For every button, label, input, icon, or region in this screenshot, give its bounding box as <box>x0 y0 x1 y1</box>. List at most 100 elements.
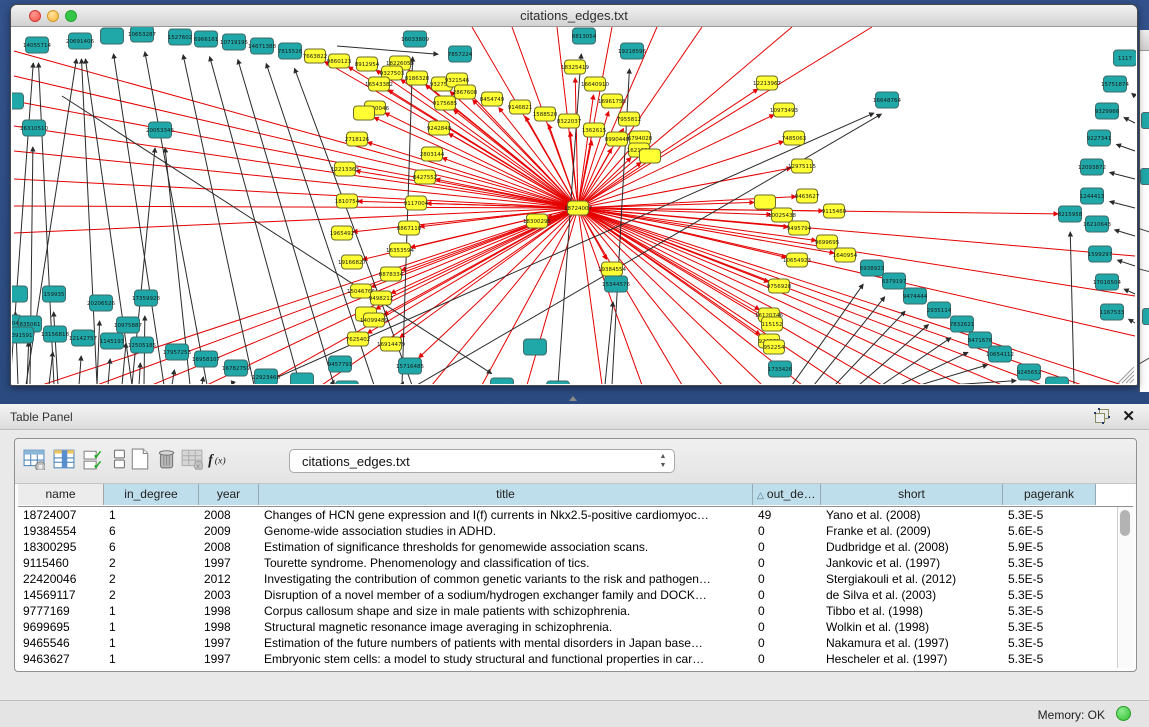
window-titlebar[interactable]: citations_edges.txt <box>11 5 1137 27</box>
graph-node-label: 12142757 <box>69 336 97 342</box>
graph-edge <box>54 312 58 384</box>
column-header-out_de[interactable]: △out_de… <box>753 484 821 505</box>
graph-node[interactable] <box>524 339 547 355</box>
table-row[interactable]: 946554611997Estimation of the future num… <box>18 635 1096 651</box>
app-screen: citations_edges.txt 14055714206914061065… <box>0 0 1149 727</box>
table-row[interactable]: 1872400712008Changes of HCN gene express… <box>18 507 1096 523</box>
graph-node-label: 13156818 <box>41 332 69 338</box>
graph-node[interactable] <box>12 93 24 109</box>
table-cell: 9465546 <box>18 635 104 651</box>
column-header-pagerank[interactable]: pagerank <box>1003 484 1096 505</box>
resize-grip-icon[interactable] <box>1126 375 1134 383</box>
delete-icon[interactable] <box>155 448 179 474</box>
table-cell: Estimation of significance thresholds fo… <box>259 539 753 555</box>
table-selector-dropdown[interactable]: citations_edges.txt ▲▼ <box>289 449 675 473</box>
table-cell: 2 <box>104 587 199 603</box>
table-row[interactable]: 969969511998Structural magnetic resonanc… <box>18 619 1096 635</box>
graph-node[interactable] <box>491 378 514 384</box>
graph-node-label: 9329966 <box>1095 109 1120 115</box>
column-header-short[interactable]: short <box>821 484 1003 505</box>
show-columns-icon[interactable] <box>53 448 77 474</box>
table-row[interactable]: 1938455462009Genome-wide association stu… <box>18 523 1096 539</box>
graph-edge <box>97 321 100 384</box>
graph-edge <box>1124 117 1135 123</box>
splitter-handle-icon[interactable] <box>569 396 577 401</box>
graph-node[interactable] <box>547 381 570 384</box>
graph-node-label: 16648764 <box>873 98 901 104</box>
graph-node-label: 1810754 <box>335 199 360 205</box>
table-cell: 6 <box>104 523 199 539</box>
resize-grip-icon[interactable] <box>1118 367 1134 383</box>
table-row[interactable]: 1830029562008Estimation of significance … <box>18 539 1096 555</box>
graph-node <box>1141 112 1149 129</box>
table-row[interactable]: 911546021997Tourette syndrome. Phenomeno… <box>18 555 1096 571</box>
graph-node[interactable] <box>291 373 314 384</box>
table-row[interactable]: 2242004622012Investigating the contribut… <box>18 571 1096 587</box>
table-cell: Nakamura et al. (1997) <box>821 635 1003 651</box>
graph-node-label: 9860123 <box>327 59 352 65</box>
close-panel-icon[interactable]: ✕ <box>1122 407 1135 425</box>
graph-node-label: 10975887 <box>114 323 142 329</box>
graph-node-label: 16782759 <box>222 366 250 372</box>
vertical-scrollbar[interactable] <box>1117 507 1133 668</box>
graph-node-label: 9457791 <box>328 362 353 368</box>
import-table-icon[interactable]: x <box>181 448 205 474</box>
graph-node-label: 9495794 <box>787 226 812 232</box>
graph-node[interactable] <box>336 381 359 384</box>
table-cell: 6 <box>104 539 199 555</box>
table-cell: Corpus callosum shape and size in male p… <box>259 603 753 619</box>
column-header-name[interactable]: name <box>18 484 104 505</box>
scrollbar-thumb[interactable] <box>1120 510 1130 536</box>
graph-edge <box>835 311 905 384</box>
network-graph-canvas[interactable]: 1405571420691406106532871527602696616110… <box>12 27 1136 384</box>
resize-grip-icon[interactable] <box>1130 379 1134 383</box>
table-cell: 1997 <box>199 651 259 667</box>
graph-node-label: 20691406 <box>66 39 94 45</box>
column-header-year[interactable]: year <box>199 484 259 505</box>
graph-edge <box>14 126 578 208</box>
float-panel-icon[interactable] <box>1095 409 1109 423</box>
table-cell: 9699695 <box>18 619 104 635</box>
graph-edge <box>578 208 1135 336</box>
graph-node[interactable] <box>354 106 375 120</box>
select-rows-icon[interactable]: ✓✓ <box>83 448 107 474</box>
table-row[interactable]: 1456911722003Disruption of a novel membe… <box>18 587 1096 603</box>
table-cell: 1998 <box>199 619 259 635</box>
stepper-arrows-icon[interactable]: ▲▼ <box>657 452 669 470</box>
table-row[interactable]: 977716911998Corpus callosum shape and si… <box>18 603 1096 619</box>
column-header-title[interactable]: title <box>259 484 753 505</box>
graph-node-label: 12975115 <box>788 164 816 170</box>
memory-status-label: Memory: OK <box>1038 708 1105 722</box>
graph-edge <box>1129 319 1135 323</box>
table-cell: 5.3E-5 <box>1003 635 1096 651</box>
new-document-icon[interactable] <box>129 448 153 474</box>
table-cell: 9777169 <box>18 603 104 619</box>
graph-node[interactable] <box>12 286 28 302</box>
table-cell: Disruption of a novel member of a sodium… <box>259 587 753 603</box>
table-cell: 0 <box>753 635 821 651</box>
table-cell: 2 <box>104 571 199 587</box>
table-cell: Estimation of the future numbers of pati… <box>259 635 753 651</box>
graph-node-label: 2718126 <box>345 137 370 143</box>
table-panel-header: Table Panel ✕ <box>0 404 1149 430</box>
graph-node[interactable] <box>640 149 661 163</box>
network-graph[interactable]: 1405571420691406106532871527602696616110… <box>12 27 1136 384</box>
column-header-label: year <box>217 487 240 501</box>
graph-edge <box>578 141 784 208</box>
graph-node[interactable] <box>1046 377 1069 384</box>
graph-node-label: 7955812 <box>617 117 642 123</box>
graph-edge <box>578 208 1042 384</box>
graph-node-label: 15716485 <box>396 364 424 370</box>
graph-node-label: 12213363 <box>331 167 359 173</box>
column-header-in_degree[interactable]: in_degree <box>104 484 199 505</box>
function-icon[interactable]: f(x) <box>207 448 231 474</box>
graph-node-label: 16961758 <box>598 99 626 105</box>
graph-edge <box>400 208 578 338</box>
graph-node[interactable] <box>755 195 776 209</box>
graph-node[interactable] <box>101 28 124 44</box>
table-row[interactable]: 946362711997Embryonic stem cells: a mode… <box>18 651 1096 667</box>
table-cell: 5.3E-5 <box>1003 651 1096 667</box>
table-settings-icon[interactable] <box>23 448 47 474</box>
background-window-sliver[interactable] <box>1139 30 1149 392</box>
graph-node-label: 9175685 <box>433 101 458 107</box>
